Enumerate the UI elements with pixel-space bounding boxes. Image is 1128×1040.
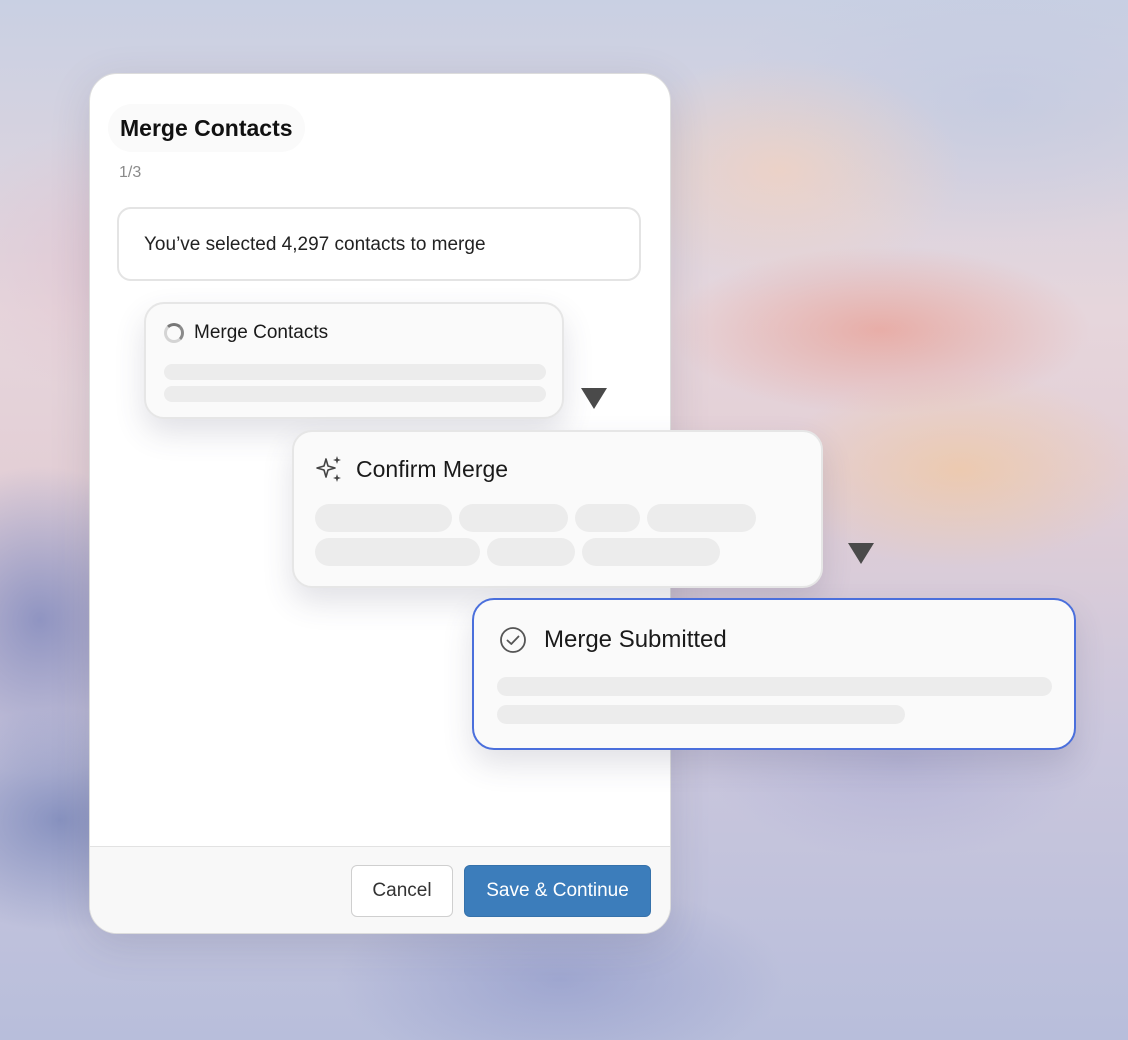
step-card-title: Merge Contacts [194,322,329,343]
skeleton-pill [487,538,575,566]
skeleton-pill [575,504,640,532]
check-circle-icon [500,627,526,653]
selection-summary-text: You’ve selected 4,297 contacts to merge [144,234,486,255]
dialog-footer: Cancel Save & Continue [90,846,670,933]
skeleton-pill [315,538,480,566]
loading-spinner-icon [164,323,184,343]
step-card-header: Merge Submitted [499,626,727,654]
step-card-title: Confirm Merge [356,455,509,482]
skeleton-line [497,705,905,724]
skeleton-line [164,386,546,402]
step-card-header: Merge Contacts [164,322,328,344]
step-indicator: 1/3 [119,164,142,181]
step-card-confirm-merge[interactable]: Confirm Merge [292,430,823,588]
step-card-header: Confirm Merge [314,454,508,484]
step-card-merge-submitted[interactable]: Merge Submitted [472,598,1076,750]
skeleton-pill [582,538,720,566]
skeleton-pill [459,504,568,532]
step-card-merge-contacts[interactable]: Merge Contacts [144,302,564,419]
step-card-title: Merge Submitted [544,626,727,653]
flow-arrow-down-icon [581,388,607,409]
selection-summary: You’ve selected 4,297 contacts to merge [117,207,641,281]
dialog-title: Merge Contacts [108,104,305,152]
skeleton-line [497,677,1052,696]
skeleton-pill [647,504,756,532]
save-continue-button[interactable]: Save & Continue [464,865,651,917]
cancel-button[interactable]: Cancel [351,865,453,917]
flow-arrow-down-icon [848,543,874,564]
sparkle-icon [316,456,341,482]
skeleton-pill [315,504,452,532]
skeleton-line [164,364,546,380]
